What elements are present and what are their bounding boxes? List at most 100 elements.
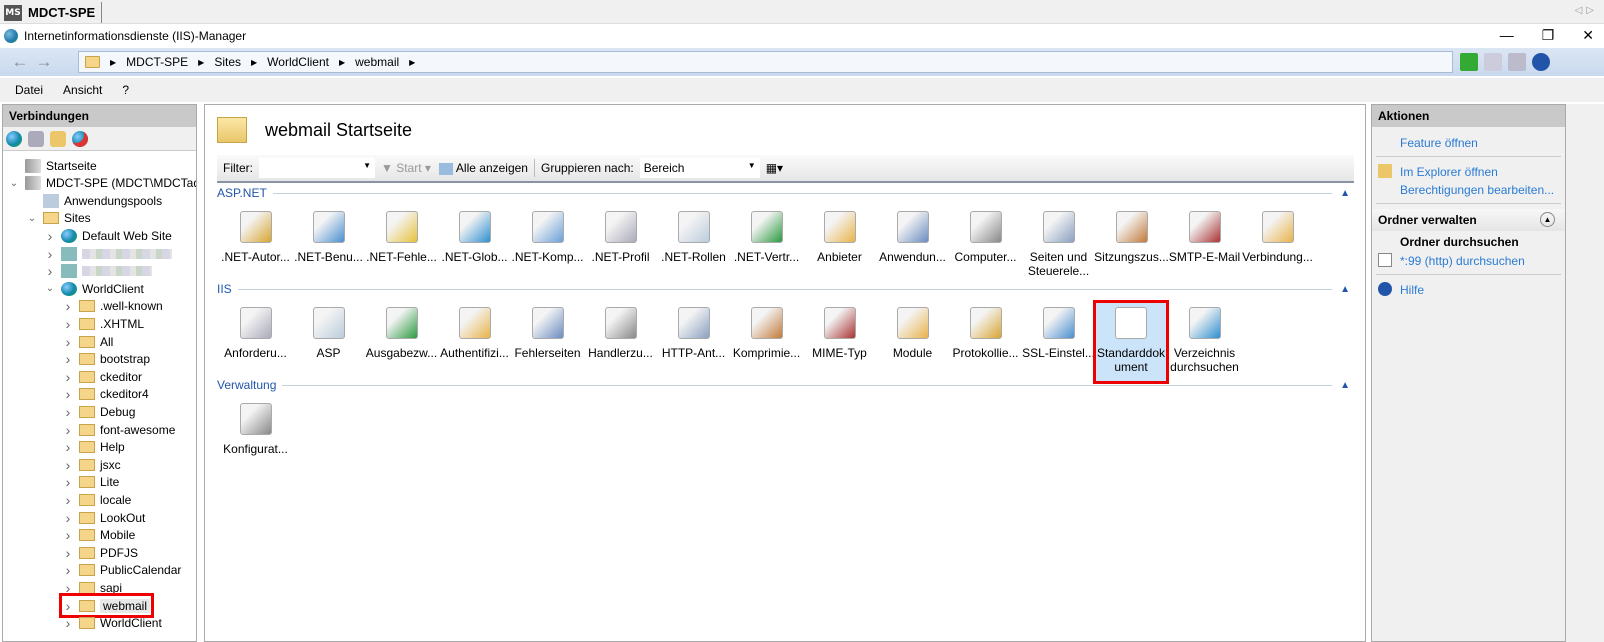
expand-arrow-icon[interactable]: › bbox=[63, 351, 73, 367]
maximize-button[interactable]: ❐ bbox=[1542, 27, 1555, 44]
window-scrollbar[interactable] bbox=[1566, 104, 1604, 642]
tree-item[interactable]: › Debug bbox=[63, 403, 136, 420]
tree-item-webmail[interactable]: › webmail bbox=[58, 593, 155, 618]
expand-arrow-icon[interactable]: › bbox=[63, 562, 73, 578]
tree-item[interactable]: › bbox=[45, 245, 172, 262]
group-by-select[interactable]: Bereich ▼ bbox=[639, 158, 760, 178]
expand-arrow-icon[interactable]: › bbox=[63, 492, 73, 508]
feature-item[interactable]: Anwendun... bbox=[876, 207, 949, 285]
group-header[interactable]: Verwaltung ▲ bbox=[217, 377, 1354, 393]
tab-scroll-arrows[interactable]: ◁▷ bbox=[1575, 5, 1598, 16]
expand-arrow-icon[interactable]: › bbox=[63, 369, 73, 385]
edit-permissions-link[interactable]: Berechtigungen bearbeiten... bbox=[1372, 180, 1565, 198]
tree-item[interactable]: Anwendungspools bbox=[27, 192, 162, 209]
tree-item[interactable]: › sapi bbox=[63, 579, 122, 596]
tree-item[interactable]: › Lite bbox=[63, 474, 120, 491]
collapse-group-icon[interactable]: ▲ bbox=[1340, 188, 1350, 199]
menu-help[interactable]: ? bbox=[122, 83, 129, 97]
expand-arrow-icon[interactable]: › bbox=[63, 457, 73, 473]
expand-arrow-icon[interactable]: › bbox=[45, 228, 55, 244]
tree-item[interactable]: ⌄ MDCT-SPE (MDCT\MDCTadmin) bbox=[9, 175, 196, 192]
feature-item[interactable]: .NET-Fehle... bbox=[365, 207, 438, 285]
expand-arrow-icon[interactable]: › bbox=[63, 334, 73, 350]
tree-item[interactable]: › PublicCalendar bbox=[63, 562, 182, 579]
expand-arrow-icon[interactable]: › bbox=[63, 439, 73, 455]
tree-item[interactable]: › bbox=[45, 263, 152, 280]
collapse-group-icon[interactable]: ▲ bbox=[1340, 284, 1350, 295]
expand-arrow-icon[interactable]: › bbox=[63, 510, 73, 526]
close-button[interactable]: ✕ bbox=[1582, 27, 1594, 44]
expand-arrow-icon[interactable]: › bbox=[63, 422, 73, 438]
view-mode-icon[interactable]: ▦▾ bbox=[766, 161, 783, 175]
expand-arrow-icon[interactable]: › bbox=[63, 527, 73, 543]
tree-item[interactable]: › Help bbox=[63, 439, 125, 456]
expand-arrow-icon[interactable]: › bbox=[63, 615, 73, 631]
feature-item[interactable]: ASP bbox=[292, 303, 365, 381]
expand-arrow-icon[interactable]: › bbox=[63, 545, 73, 561]
feature-item[interactable]: .NET-Glob... bbox=[438, 207, 511, 285]
tree-item[interactable]: Startseite bbox=[9, 157, 97, 174]
refresh-icon[interactable] bbox=[1460, 53, 1478, 71]
tree-item[interactable]: › Default Web Site bbox=[45, 227, 172, 244]
tree-item[interactable]: › All bbox=[63, 333, 114, 350]
feature-item[interactable]: Protokollie... bbox=[949, 303, 1022, 381]
start-button[interactable]: ▼ Start ▾ bbox=[381, 161, 431, 175]
stop-icon[interactable] bbox=[1484, 53, 1502, 71]
feature-item[interactable]: Handlerzu... bbox=[584, 303, 657, 381]
expand-arrow-icon[interactable]: ⌄ bbox=[27, 213, 37, 224]
feature-item[interactable]: SSL-Einstel... bbox=[1022, 303, 1095, 381]
breadcrumb[interactable]: ▶ MDCT-SPE ▶ Sites ▶ WorldClient ▶ webmail ▶ bbox=[78, 51, 1453, 73]
tree-item[interactable]: › bootstrap bbox=[63, 351, 150, 368]
feature-item[interactable]: Verbindung... bbox=[1241, 207, 1314, 285]
back-arrow-icon[interactable]: ← bbox=[8, 52, 32, 72]
tree-item[interactable]: › .XHTML bbox=[63, 315, 144, 332]
expand-arrow-icon[interactable]: ⌄ bbox=[9, 178, 19, 189]
tree-item[interactable]: › WorldClient bbox=[63, 615, 162, 632]
feature-item[interactable]: Konfigurat... bbox=[219, 399, 292, 477]
feature-item[interactable]: .NET-Vertr... bbox=[730, 207, 803, 285]
breadcrumb-sites[interactable]: Sites bbox=[214, 55, 241, 69]
collapse-icon[interactable]: ▲ bbox=[1540, 212, 1555, 227]
tree-item[interactable]: › ckeditor bbox=[63, 368, 142, 385]
up-folder-icon[interactable] bbox=[50, 130, 66, 147]
group-header[interactable]: IIS ▲ bbox=[217, 281, 1354, 297]
tab-mdct-spe[interactable]: MS MDCT-SPE bbox=[4, 2, 103, 23]
disconnect-icon[interactable] bbox=[72, 130, 88, 147]
tree-item[interactable]: › jsxc bbox=[63, 456, 121, 473]
tree-item[interactable]: ⌄ WorldClient bbox=[45, 280, 144, 297]
collapse-group-icon[interactable]: ▲ bbox=[1340, 380, 1350, 391]
expand-arrow-icon[interactable]: › bbox=[45, 246, 55, 262]
tree-item[interactable]: ⌄ Sites bbox=[27, 210, 91, 227]
tree-item[interactable]: › .well-known bbox=[63, 298, 163, 315]
home-icon[interactable] bbox=[1508, 53, 1526, 71]
group-header[interactable]: ASP.NET ▲ bbox=[217, 185, 1354, 201]
expand-arrow-icon[interactable]: › bbox=[63, 386, 73, 402]
feature-item[interactable]: .NET-Benu... bbox=[292, 207, 365, 285]
open-feature-link[interactable]: Feature öffnen bbox=[1372, 133, 1565, 151]
tree-item[interactable]: › LookOut bbox=[63, 509, 146, 526]
expand-arrow-icon[interactable]: ⌄ bbox=[45, 283, 55, 294]
expand-arrow-icon[interactable]: › bbox=[63, 580, 73, 596]
expand-arrow-icon[interactable]: › bbox=[63, 298, 73, 314]
filter-input[interactable]: ▼ bbox=[259, 158, 375, 178]
help-icon[interactable] bbox=[1532, 53, 1550, 71]
feature-item[interactable]: Verzeichnis durchsuchen bbox=[1168, 303, 1241, 381]
browse-http-link[interactable]: *:99 (http) durchsuchen bbox=[1372, 251, 1565, 269]
expand-arrow-icon[interactable]: › bbox=[45, 263, 55, 279]
feature-item[interactable]: Fehlerseiten bbox=[511, 303, 584, 381]
expand-arrow-icon[interactable]: › bbox=[63, 598, 73, 614]
menu-ansicht[interactable]: Ansicht bbox=[63, 83, 102, 97]
feature-item[interactable]: Computer... bbox=[949, 207, 1022, 285]
forward-arrow-icon[interactable]: → bbox=[32, 52, 56, 72]
help-link[interactable]: Hilfe bbox=[1372, 280, 1565, 298]
feature-item[interactable]: SMTP-E-Mail bbox=[1168, 207, 1241, 285]
feature-item[interactable]: .NET-Komp... bbox=[511, 207, 584, 285]
menu-datei[interactable]: Datei bbox=[15, 83, 43, 97]
feature-item[interactable]: Anforderu... bbox=[219, 303, 292, 381]
tree-item[interactable]: › font-awesome bbox=[63, 421, 176, 438]
tree-item[interactable]: › Mobile bbox=[63, 527, 136, 544]
tree-item[interactable]: › PDFJS bbox=[63, 544, 138, 561]
minimize-button[interactable]: — bbox=[1500, 27, 1514, 44]
breadcrumb-worldclient[interactable]: WorldClient bbox=[267, 55, 329, 69]
connect-globe-icon[interactable] bbox=[6, 130, 22, 147]
